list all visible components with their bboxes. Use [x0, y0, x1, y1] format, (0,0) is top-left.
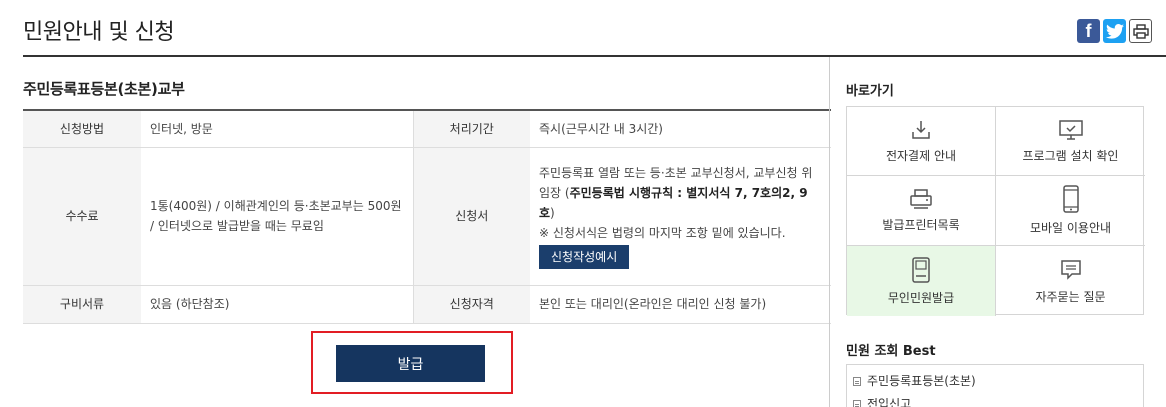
- facebook-icon[interactable]: f: [1077, 19, 1100, 43]
- list-item[interactable]: 전입신고: [853, 396, 1137, 407]
- monitor-check-icon: [1058, 119, 1083, 140]
- period-label: 처리기간: [412, 110, 530, 148]
- twitter-icon[interactable]: [1103, 19, 1126, 43]
- shortcut-label: 발급프린터목록: [882, 218, 960, 232]
- sample-form-button[interactable]: 신청작성예시: [539, 245, 630, 269]
- issue-button[interactable]: 발급: [336, 345, 485, 382]
- table-row: 구비서류 있음 (하단참조) 신청자격 본인 또는 대리인(온라인은 대리인 신…: [23, 285, 831, 324]
- print-icon[interactable]: [1129, 19, 1152, 43]
- best-item-label: 주민등록표등본(초본): [867, 374, 976, 388]
- service-info-table: 신청방법 인터넷, 방문 처리기간 즉시(근무시간 내 3시간) 수수료 1통(…: [23, 109, 831, 324]
- table-row: 수수료 1통(400원) / 이해관계인의 등·초본교부는 500원 / 인터넷…: [23, 147, 831, 286]
- list-item[interactable]: 주민등록표등본(초본): [853, 373, 1137, 389]
- eligibility-value: 본인 또는 대리인(온라인은 대리인 신청 불가): [530, 285, 831, 324]
- mobile-icon: [1062, 185, 1079, 213]
- best-item-label: 전입신고: [867, 397, 912, 407]
- docs-value: 있음 (하단참조): [141, 285, 413, 324]
- speech-bubble-icon: [1060, 259, 1081, 280]
- shortcut-title: 바로가기: [846, 84, 894, 99]
- docs-label: 구비서류: [23, 285, 141, 324]
- column-divider: [829, 57, 830, 407]
- shortcut-printer-list[interactable]: 발급프린터목록: [847, 176, 996, 246]
- share-toolbar: f: [1077, 19, 1152, 43]
- service-title: 주민등록표등본(초본)교부: [23, 80, 185, 98]
- kiosk-icon: [912, 256, 930, 283]
- form-note: ※ 신청서식은 법령의 마지막 조항 밑에 있습니다.: [539, 226, 786, 240]
- shortcut-mobile[interactable]: 모바일 이용안내: [996, 176, 1145, 246]
- shortcut-payment[interactable]: 전자결제 안내: [847, 107, 996, 176]
- best-title: 민원 조회 Best: [846, 344, 936, 359]
- fee-value: 1통(400원) / 이해관계인의 등·초본교부는 500원 / 인터넷으로 발…: [141, 147, 413, 286]
- shortcut-grid: 전자결제 안내 프로그램 설치 확인 발급프린터목록 모바일 이용안내 무인민원…: [846, 106, 1145, 316]
- form-value: 주민등록표 열람 또는 등·초본 교부신청서, 교부신청 위임장 (주민등록법 …: [530, 147, 831, 286]
- table-row: 신청방법 인터넷, 방문 처리기간 즉시(근무시간 내 3시간): [23, 110, 831, 148]
- shortcut-kiosk[interactable]: 무인민원발급: [847, 246, 996, 316]
- method-value: 인터넷, 방문: [141, 110, 413, 148]
- download-tray-icon: [912, 120, 930, 139]
- document-icon: [853, 376, 861, 386]
- fee-label: 수수료: [23, 147, 141, 286]
- method-label: 신청방법: [23, 110, 141, 148]
- main-content: 주민등록표등본(초본)교부 신청방법 인터넷, 방문 처리기간 즉시(근무시간 …: [23, 57, 831, 407]
- form-label: 신청서: [412, 147, 530, 286]
- printer-icon: [910, 189, 932, 209]
- shortcut-label: 무인민원발급: [887, 290, 955, 305]
- document-icon: [853, 399, 861, 407]
- page-title: 민원안내 및 신청: [23, 20, 175, 45]
- shortcut-label: 프로그램 설치 확인: [1022, 148, 1119, 163]
- period-value: 즉시(근무시간 내 3시간): [530, 110, 831, 148]
- shortcut-program-check[interactable]: 프로그램 설치 확인: [996, 107, 1145, 176]
- shortcut-label: 자주묻는 질문: [1035, 289, 1106, 304]
- sidebar: 바로가기 전자결제 안내 프로그램 설치 확인 발급프린터목록 모바일 이용안내…: [846, 57, 1146, 407]
- shortcut-label: 전자결제 안내: [885, 148, 957, 163]
- form-description: 주민등록표 열람 또는 등·초본 교부신청서, 교부신청 위임장 (주민등록법 …: [539, 166, 813, 220]
- best-list: 주민등록표등본(초본) 전입신고: [846, 364, 1144, 407]
- shortcut-faq[interactable]: 자주묻는 질문: [996, 246, 1145, 316]
- shortcut-label: 모바일 이용안내: [1029, 221, 1112, 235]
- eligibility-label: 신청자격: [412, 285, 530, 324]
